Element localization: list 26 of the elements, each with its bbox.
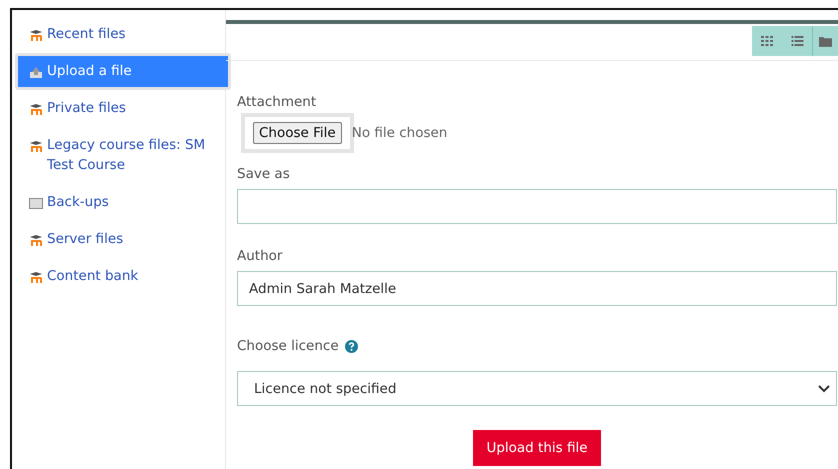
- upload-button[interactable]: Upload this file: [473, 430, 601, 466]
- sidebar-item[interactable]: Legacy course files: SM Test Course: [15, 127, 225, 184]
- mortarboard-m-icon: [29, 103, 43, 115]
- help-icon[interactable]: [344, 340, 358, 352]
- field-label: Attachment: [237, 93, 318, 111]
- sidebar-item[interactable]: Upload a file: [15, 53, 231, 90]
- sidebar-item[interactable]: Private files: [15, 90, 225, 127]
- choose-file-button[interactable]: Choose File: [253, 122, 342, 144]
- field-label: Choose licence: [237, 337, 339, 355]
- file-status-text: No file chosen: [352, 125, 448, 141]
- sidebar-item[interactable]: Server files: [15, 221, 225, 258]
- author-field[interactable]: Admin Sarah Matzelle: [237, 271, 837, 306]
- sidebar-item[interactable]: Content bank: [15, 258, 225, 295]
- sidebar-item[interactable]: Back-ups: [15, 184, 225, 221]
- sidebar-item[interactable]: Recent files: [15, 16, 225, 53]
- mortarboard-m-icon: [29, 234, 43, 246]
- upload-icon: [29, 66, 43, 78]
- mortarboard-m-icon: [29, 29, 43, 41]
- save-as-field[interactable]: [237, 189, 837, 224]
- licence-select[interactable]: Licence not specified: [237, 371, 837, 406]
- mortarboard-m-icon: [29, 271, 43, 283]
- archive-box-icon: [29, 197, 43, 209]
- field-label: Save as: [237, 165, 291, 183]
- field-label: Author: [237, 247, 284, 265]
- chevron-down-icon: [818, 384, 830, 392]
- mortarboard-m-icon: [29, 140, 43, 152]
